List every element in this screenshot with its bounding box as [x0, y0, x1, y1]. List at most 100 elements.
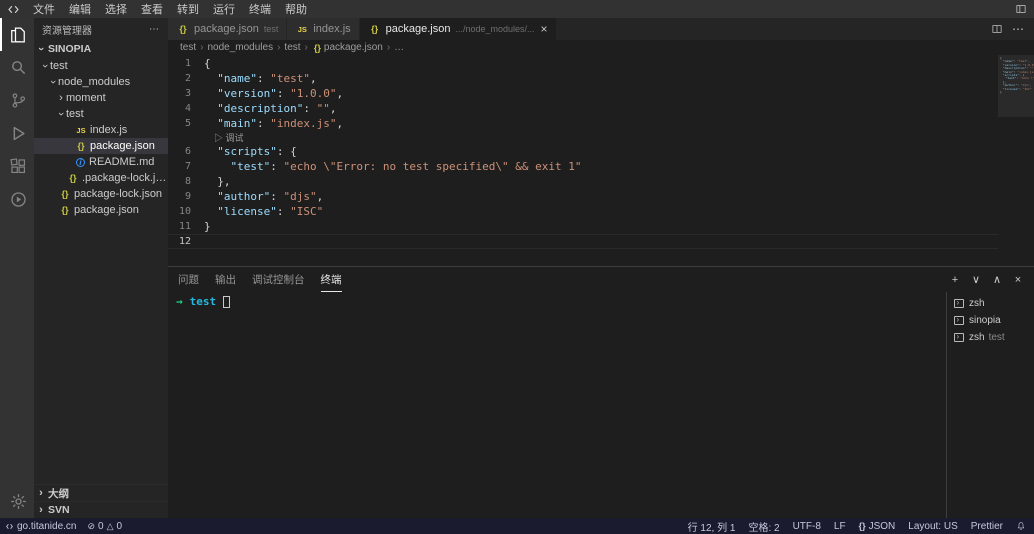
close-panel-icon[interactable]: ×: [1012, 274, 1024, 286]
keyboard-layout[interactable]: Layout: US: [908, 521, 957, 532]
layout-toggle-icon[interactable]: [1008, 3, 1034, 15]
code-line[interactable]: 6"scripts": {: [168, 144, 998, 159]
breadcrumb-item-node_modules[interactable]: node_modules: [207, 42, 273, 53]
terminal-profile-dropdown-icon[interactable]: ∨: [970, 273, 982, 286]
menu-item-terminal[interactable]: 终端: [242, 0, 278, 18]
run-debug-icon[interactable]: [0, 117, 34, 150]
code-line[interactable]: 4"description": "",: [168, 101, 998, 116]
menu-item-edit[interactable]: 编辑: [62, 0, 98, 18]
terminal-label: sinopia: [969, 315, 1001, 326]
chevron-right-icon: ›: [387, 42, 390, 53]
terminal-list-item-sinopia[interactable]: sinopia: [947, 312, 1034, 329]
code-line[interactable]: 5"main": "index.js",: [168, 116, 998, 131]
line-number: 6: [168, 146, 204, 157]
indentation[interactable]: 空格: 2: [748, 519, 779, 534]
codelens-debug-link[interactable]: ▷ 调试: [204, 131, 244, 144]
codelens-row[interactable]: ▷ 调试: [168, 131, 998, 144]
panel-tab-terminal[interactable]: 终端: [321, 267, 342, 292]
breadcrumb-item-test[interactable]: test: [180, 42, 196, 53]
titlebar: 文件编辑选择查看转到运行终端帮助: [0, 0, 1034, 18]
editor-tab-index.js-1[interactable]: JSindex.js: [287, 18, 359, 40]
line-number: 12: [168, 236, 204, 247]
editor-tab-package.json-2[interactable]: {}package.json.../node_modules/...×: [360, 18, 557, 40]
tree-item-.package-lock.json[interactable]: ›{}.package-lock.json: [34, 170, 168, 186]
status-bar: go.titanide.cn ⊘ 0 △ 0 行 12, 列 1 空格: 2 UTF…: [0, 518, 1034, 534]
terminal-list-item-zsh-test[interactable]: zshtest: [947, 329, 1034, 346]
menu-item-help[interactable]: 帮助: [278, 0, 314, 18]
code-line[interactable]: 1{: [168, 56, 998, 71]
tree-item-package.json[interactable]: ›{}package.json: [34, 202, 168, 218]
section-svn[interactable]: ›SVN: [34, 501, 168, 518]
panel-tab-problems[interactable]: 问题: [178, 267, 199, 292]
breadcrumb-item-package.json[interactable]: {}package.json: [312, 42, 383, 53]
code-line[interactable]: 8},: [168, 174, 998, 189]
prompt-cwd: test: [190, 295, 217, 308]
code-line[interactable]: 2"name": "test",: [168, 71, 998, 86]
section-outline[interactable]: ›大纲: [34, 484, 168, 501]
terminal[interactable]: → test: [168, 292, 946, 518]
remote-indicator[interactable]: go.titanide.cn: [5, 518, 77, 534]
tab-desc: .../node_modules/...: [455, 24, 534, 34]
new-terminal-icon[interactable]: +: [949, 274, 961, 286]
tree-item-package.json[interactable]: ›{}package.json: [34, 138, 168, 154]
split-editor-icon[interactable]: [991, 23, 1003, 35]
problems-indicator[interactable]: ⊘ 0 △ 0: [88, 518, 123, 534]
line-number: 4: [168, 103, 204, 114]
menu-item-file[interactable]: 文件: [26, 0, 62, 18]
source-control-icon[interactable]: [0, 84, 34, 117]
maximize-panel-icon[interactable]: ∧: [991, 273, 1003, 286]
line-number: 1: [168, 58, 204, 69]
terminal-label: zsh: [969, 298, 985, 309]
breadcrumb-item-test[interactable]: test: [284, 42, 300, 53]
menu-item-view[interactable]: 查看: [134, 0, 170, 18]
language-mode[interactable]: {}JSON: [859, 521, 896, 532]
code-line[interactable]: 9"author": "djs",: [168, 189, 998, 204]
tree-item-test[interactable]: ›test: [34, 106, 168, 122]
terminal-list-item-zsh[interactable]: zsh: [947, 295, 1034, 312]
terminal-cursor: [223, 296, 230, 308]
activity-bar: [0, 18, 34, 518]
code-text: "name": "test",: [204, 72, 317, 85]
code-lines: 1{2"name": "test",3"version": "1.0.0",4"…: [168, 55, 998, 266]
eol[interactable]: LF: [834, 521, 846, 532]
minimap[interactable]: {"name": "test","version": "1.0.0","desc…: [998, 55, 1034, 266]
tree-item-node_modules[interactable]: ›node_modules: [34, 74, 168, 90]
keyboard-layout-label: Layout: US: [908, 521, 957, 532]
code-line[interactable]: 7"test": "echo \"Error: no test specifie…: [168, 159, 998, 174]
line-number: 9: [168, 191, 204, 202]
code-line[interactable]: 10"license": "ISC": [168, 204, 998, 219]
settings-icon[interactable]: [0, 485, 34, 518]
tree-item-README.md[interactable]: ›iREADME.md: [34, 154, 168, 170]
code-line[interactable]: 11}: [168, 219, 998, 234]
close-icon[interactable]: ×: [541, 24, 548, 34]
search-icon[interactable]: [0, 51, 34, 84]
tree-item-index.js[interactable]: ›JSindex.js: [34, 122, 168, 138]
tree-item-test[interactable]: ›test: [34, 58, 168, 74]
editor-more-actions-icon[interactable]: ⋯: [1012, 22, 1024, 36]
encoding[interactable]: UTF-8: [793, 521, 821, 532]
run-circle-icon[interactable]: [0, 183, 34, 216]
panel-body: → test zsh sinopia zshtest: [168, 292, 1034, 518]
editor-tab-package.json-0[interactable]: {}package.jsontest: [168, 18, 287, 40]
cursor-position[interactable]: 行 12, 列 1: [688, 519, 736, 534]
code-line[interactable]: 3"version": "1.0.0",: [168, 86, 998, 101]
code-line[interactable]: 12: [168, 234, 998, 249]
tree-item-package-lock.json[interactable]: ›{}package-lock.json: [34, 186, 168, 202]
tree-item-moment[interactable]: ›moment: [34, 90, 168, 106]
menu-item-run[interactable]: 运行: [206, 0, 242, 18]
editor-actions: ⋯: [981, 18, 1034, 40]
tab-label: index.js: [313, 23, 350, 35]
workspace-section-header[interactable]: › SINOPIA: [34, 40, 168, 58]
formatter[interactable]: Prettier: [971, 521, 1003, 532]
explorer-icon[interactable]: [0, 18, 34, 51]
panel-tab-output[interactable]: 输出: [215, 267, 236, 292]
breadcrumb-item-…[interactable]: …: [394, 42, 404, 53]
menu-item-selection[interactable]: 选择: [98, 0, 134, 18]
notifications-bell-icon[interactable]: [1016, 521, 1026, 531]
panel-tab-debug-console[interactable]: 调试控制台: [252, 267, 305, 292]
menu-item-go[interactable]: 转到: [170, 0, 206, 18]
tree-item-label: index.js: [90, 124, 127, 136]
views-more-actions-icon[interactable]: ⋯: [149, 24, 160, 35]
extensions-icon[interactable]: [0, 150, 34, 183]
cursor-position-label: 行 12, 列 1: [688, 519, 736, 534]
